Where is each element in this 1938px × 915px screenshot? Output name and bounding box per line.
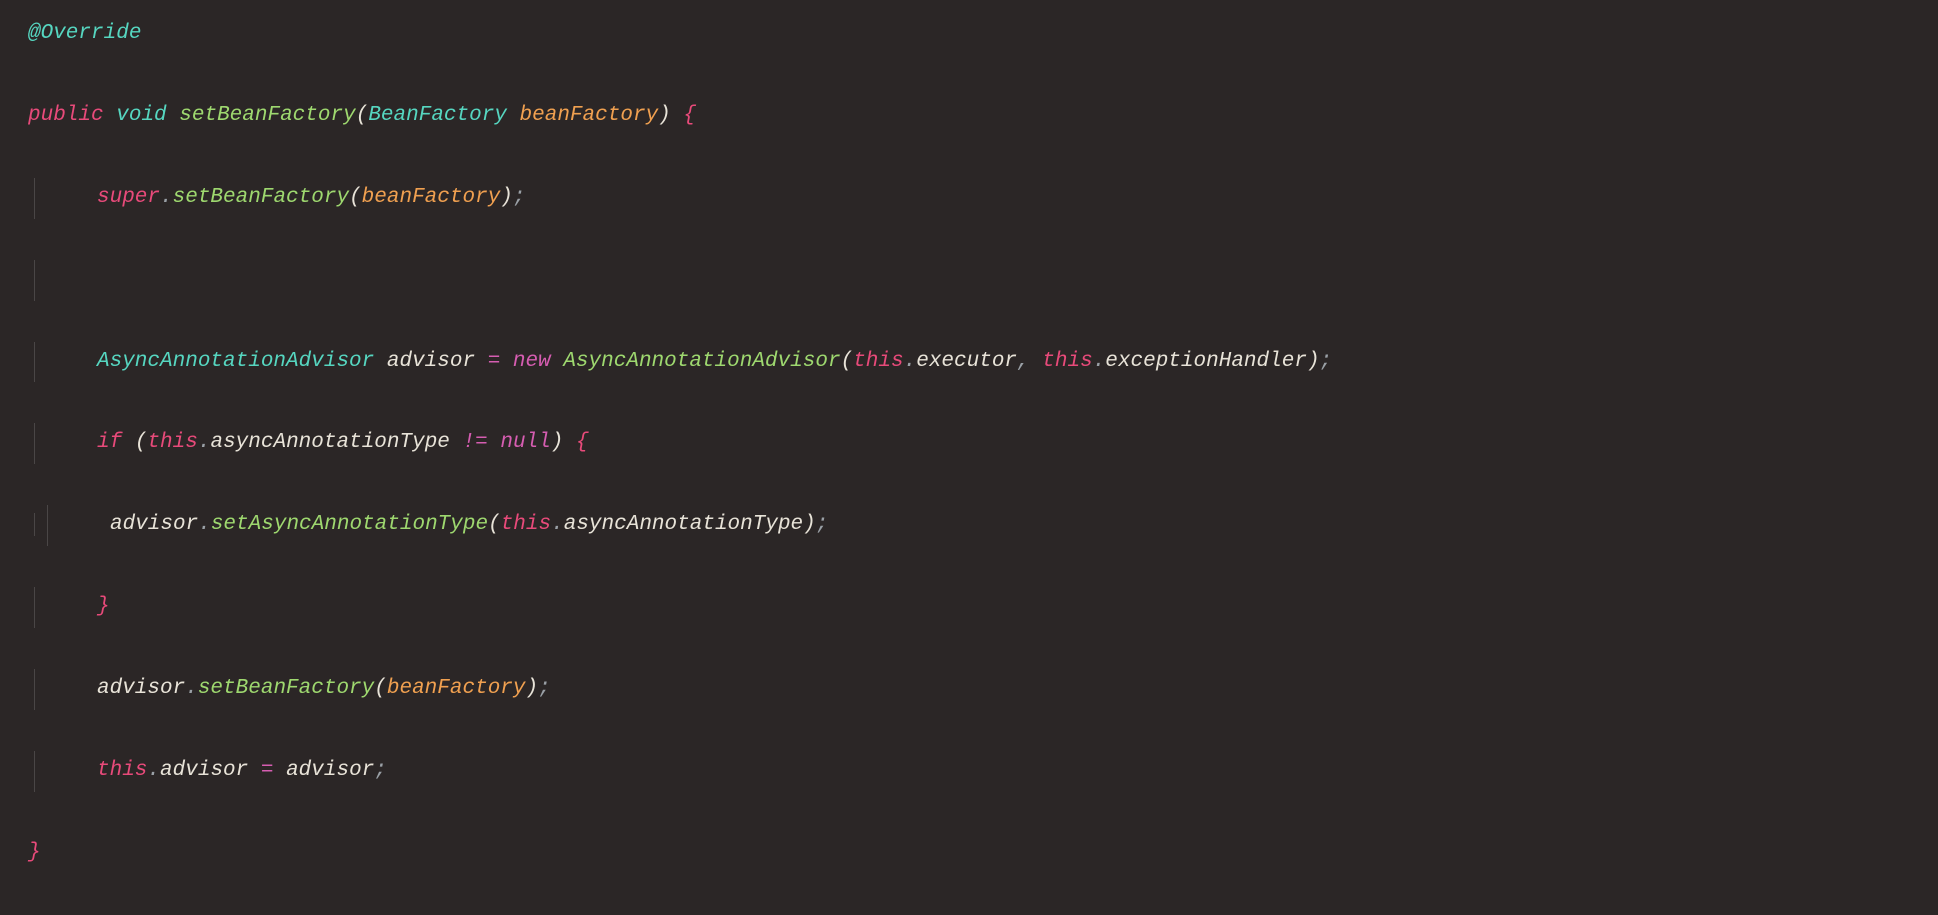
keyword-super: super [97,186,160,209]
code-line: if (this.asyncAnnotationType != null) { [34,423,1910,464]
annotation-override: @Override [28,22,141,45]
brace: { [576,431,589,454]
prop-advisor: advisor [160,759,248,782]
paren: ( [374,677,387,700]
semicolon: ; [538,677,551,700]
keyword-void: void [116,104,166,127]
var-advisor: advisor [387,350,475,373]
paren: ) [803,513,816,536]
keyword-null: null [500,431,550,454]
op-assign: = [261,759,274,782]
keyword-new: new [513,350,551,373]
prop-asyncannotationtype: asyncAnnotationType [210,431,449,454]
paren: ) [551,431,564,454]
op-neq: != [463,431,488,454]
arg: beanFactory [387,677,526,700]
keyword-this: this [97,759,147,782]
keyword-public: public [28,104,104,127]
comma: , [1017,350,1030,373]
code-line: } [28,833,1910,874]
keyword-this: this [147,431,197,454]
keyword-this: this [853,350,903,373]
var-advisor: advisor [110,513,198,536]
method-call: setAsyncAnnotationType [211,513,488,536]
code-line: } [34,587,1910,628]
param-beanfactory: beanFactory [520,104,659,127]
method-name: setBeanFactory [179,104,355,127]
brace: { [683,104,696,127]
brace: } [28,841,41,864]
paren: ) [658,104,671,127]
op-assign: = [488,350,501,373]
code-line: this.advisor = advisor; [34,751,1910,792]
type-asyncadvisor: AsyncAnnotationAdvisor [97,350,374,373]
code-line: super.setBeanFactory(beanFactory); [34,178,1910,219]
prop-exceptionhandler: exceptionHandler [1105,350,1307,373]
dot: . [185,677,198,700]
type-beanfactory: BeanFactory [368,104,507,127]
paren: ) [1307,350,1320,373]
blank-line [34,260,1910,301]
prop-executor: executor [916,350,1017,373]
paren: ( [841,350,854,373]
dot: . [160,186,173,209]
var-advisor: advisor [97,677,185,700]
dot: . [198,513,211,536]
code-line: advisor.setBeanFactory(beanFactory); [34,669,1910,710]
keyword-this: this [501,513,551,536]
dot: . [147,759,160,782]
dot: . [551,513,564,536]
code-line: advisor.setAsyncAnnotationType(this.asyn… [28,505,1910,546]
semicolon: ; [374,759,387,782]
arg: beanFactory [362,186,501,209]
paren: ) [526,677,539,700]
paren: ( [135,431,148,454]
dot: . [904,350,917,373]
method-call: setBeanFactory [173,186,349,209]
semicolon: ; [1320,350,1333,373]
constructor: AsyncAnnotationAdvisor [563,350,840,373]
dot: . [1093,350,1106,373]
brace: } [97,595,110,618]
dot: . [198,431,211,454]
paren: ( [488,513,501,536]
code-line: AsyncAnnotationAdvisor advisor = new Asy… [34,342,1910,383]
paren: ( [356,104,369,127]
var-advisor: advisor [286,759,374,782]
paren: ) [500,186,513,209]
prop-asyncannotationtype: asyncAnnotationType [564,513,803,536]
keyword-this: this [1042,350,1092,373]
semicolon: ; [816,513,829,536]
code-line: @Override [28,14,1910,55]
method-call: setBeanFactory [198,677,374,700]
keyword-if: if [97,431,122,454]
semicolon: ; [513,186,526,209]
code-line: public void setBeanFactory(BeanFactory b… [28,96,1910,137]
paren: ( [349,186,362,209]
code-block: @Override public void setBeanFactory(Bea… [28,14,1910,915]
